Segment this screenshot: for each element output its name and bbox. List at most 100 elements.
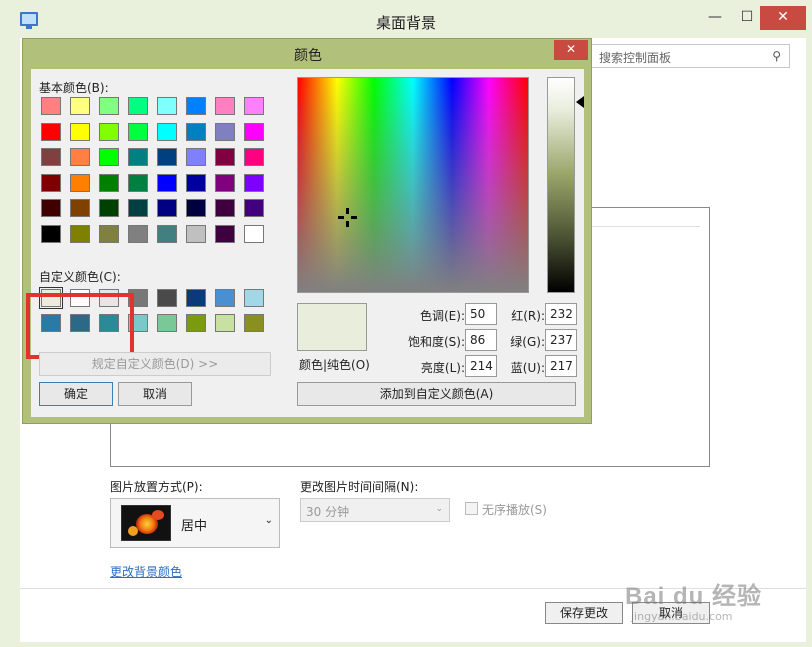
custom-color-swatch[interactable] bbox=[215, 314, 235, 332]
basic-color-swatch[interactable] bbox=[244, 97, 264, 115]
basic-color-swatch[interactable] bbox=[244, 148, 264, 166]
basic-color-swatch[interactable] bbox=[186, 173, 206, 192]
basic-color-swatch[interactable] bbox=[215, 97, 235, 115]
basic-color-swatch[interactable] bbox=[128, 97, 148, 115]
basic-color-swatch[interactable] bbox=[70, 122, 90, 141]
basic-color-swatch[interactable] bbox=[99, 199, 119, 217]
saturation-input[interactable]: 86 bbox=[465, 329, 497, 351]
basic-color-swatch[interactable] bbox=[186, 148, 206, 166]
window-title: 桌面背景 bbox=[375, 14, 436, 32]
basic-color-swatch[interactable] bbox=[157, 148, 177, 166]
luminance-arrow-icon[interactable] bbox=[576, 96, 584, 108]
basic-color-swatch[interactable] bbox=[70, 199, 90, 217]
basic-color-swatch[interactable] bbox=[41, 122, 61, 141]
basic-color-swatch[interactable] bbox=[215, 199, 235, 217]
color-dialog: 颜色 ✕ 基本颜色(B): 自定义颜色(C): 规定自定义颜色(D) >> 确定… bbox=[22, 38, 592, 424]
minimize-button[interactable]: — bbox=[700, 6, 730, 30]
red-input[interactable]: 232 bbox=[545, 303, 577, 325]
add-to-custom-colors-button[interactable]: 添加到自定义颜色(A) bbox=[297, 382, 576, 406]
basic-color-swatch[interactable] bbox=[244, 173, 264, 192]
maximize-button[interactable]: ☐ bbox=[732, 6, 762, 30]
basic-color-swatch[interactable] bbox=[186, 199, 206, 217]
basic-color-swatch[interactable] bbox=[215, 173, 235, 192]
basic-color-swatch[interactable] bbox=[128, 148, 148, 166]
basic-color-swatch[interactable] bbox=[41, 173, 61, 192]
basic-color-swatch[interactable] bbox=[99, 97, 119, 115]
basic-color-swatch[interactable] bbox=[157, 97, 177, 115]
watermark-sub: jingyan.baidu.com bbox=[631, 610, 733, 623]
basic-color-swatch[interactable] bbox=[157, 224, 177, 243]
basic-color-swatch[interactable] bbox=[186, 224, 206, 243]
basic-color-swatch[interactable] bbox=[70, 224, 90, 243]
basic-color-swatch[interactable] bbox=[215, 148, 235, 166]
basic-color-swatch[interactable] bbox=[70, 148, 90, 166]
luminance-slider[interactable] bbox=[547, 77, 575, 293]
basic-color-swatch[interactable] bbox=[99, 148, 119, 166]
basic-color-swatch[interactable] bbox=[99, 173, 119, 192]
basic-color-swatch[interactable] bbox=[41, 224, 61, 243]
search-placeholder: 搜索控制面板 bbox=[599, 51, 672, 65]
basic-color-swatch[interactable] bbox=[41, 148, 61, 166]
red-label: 红(R): bbox=[511, 309, 545, 323]
crosshair-icon[interactable] bbox=[338, 208, 357, 227]
basic-color-swatch[interactable] bbox=[215, 224, 235, 243]
chevron-down-icon: ⌄ bbox=[264, 515, 273, 526]
basic-color-swatch[interactable] bbox=[128, 224, 148, 243]
interval-dropdown[interactable]: 30 分钟 ⌄ bbox=[300, 498, 450, 522]
custom-color-swatch[interactable] bbox=[157, 314, 177, 332]
basic-color-swatch[interactable] bbox=[99, 122, 119, 141]
custom-color-swatch[interactable] bbox=[186, 314, 206, 332]
dialog-close-button[interactable]: ✕ bbox=[554, 40, 588, 60]
custom-color-swatch[interactable] bbox=[244, 289, 264, 307]
custom-colors-label: 自定义颜色(C): bbox=[39, 270, 121, 284]
green-label: 绿(G): bbox=[510, 335, 545, 349]
basic-color-swatch[interactable] bbox=[244, 122, 264, 141]
custom-color-swatch[interactable] bbox=[215, 289, 235, 307]
basic-colors-label: 基本颜色(B): bbox=[39, 81, 109, 95]
divider bbox=[592, 226, 700, 227]
interval-label: 更改图片时间间隔(N): bbox=[300, 480, 419, 494]
basic-color-swatch[interactable] bbox=[186, 122, 206, 141]
search-input[interactable]: 搜索控制面板 ⚲ bbox=[590, 44, 790, 68]
custom-color-swatch[interactable] bbox=[186, 289, 206, 307]
basic-color-swatch[interactable] bbox=[70, 97, 90, 115]
basic-color-swatch[interactable] bbox=[128, 122, 148, 141]
basic-color-swatch[interactable] bbox=[244, 199, 264, 217]
custom-color-swatch[interactable] bbox=[244, 314, 264, 332]
custom-color-swatch[interactable] bbox=[157, 289, 177, 307]
basic-color-swatch[interactable] bbox=[157, 199, 177, 217]
blue-label: 蓝(U): bbox=[510, 361, 545, 375]
change-background-color-link[interactable]: 更改背景颜色 bbox=[110, 563, 182, 580]
blue-input[interactable]: 217 bbox=[545, 355, 577, 377]
basic-color-swatch[interactable] bbox=[186, 97, 206, 115]
basic-color-swatch[interactable] bbox=[99, 224, 119, 243]
basic-color-swatch[interactable] bbox=[244, 224, 264, 243]
green-input[interactable]: 237 bbox=[545, 329, 577, 351]
ok-button[interactable]: 确定 bbox=[39, 382, 113, 406]
luminance-label: 亮度(L): bbox=[420, 361, 465, 375]
window-titlebar: 桌面背景 — ☐ ✕ bbox=[0, 0, 812, 38]
color-spectrum[interactable] bbox=[297, 77, 529, 293]
define-custom-colors-button: 规定自定义颜色(D) >> bbox=[39, 352, 271, 376]
position-dropdown[interactable]: 居中 ⌄ bbox=[110, 498, 280, 548]
basic-color-swatch[interactable] bbox=[157, 122, 177, 141]
luminance-input[interactable]: 214 bbox=[465, 355, 497, 377]
saturation-label: 饱和度(S): bbox=[407, 335, 465, 349]
cancel-button[interactable]: 取消 bbox=[118, 382, 192, 406]
basic-color-swatch[interactable] bbox=[41, 199, 61, 217]
chevron-down-icon: ⌄ bbox=[435, 504, 443, 514]
basic-color-swatch[interactable] bbox=[215, 122, 235, 141]
basic-color-swatch[interactable] bbox=[41, 97, 61, 115]
hue-input[interactable]: 50 bbox=[465, 303, 497, 325]
basic-color-swatch[interactable] bbox=[157, 173, 177, 192]
save-changes-button[interactable]: 保存更改 bbox=[545, 602, 623, 624]
search-icon[interactable]: ⚲ bbox=[772, 49, 781, 63]
close-window-button[interactable]: ✕ bbox=[760, 6, 806, 30]
red-highlight-box bbox=[26, 293, 134, 359]
basic-color-swatch[interactable] bbox=[70, 173, 90, 192]
flower-thumbnail-icon bbox=[121, 505, 171, 541]
shuffle-checkbox[interactable] bbox=[465, 502, 478, 515]
basic-color-swatch[interactable] bbox=[128, 173, 148, 192]
dialog-title: 颜色 bbox=[294, 48, 322, 64]
basic-color-swatch[interactable] bbox=[128, 199, 148, 217]
